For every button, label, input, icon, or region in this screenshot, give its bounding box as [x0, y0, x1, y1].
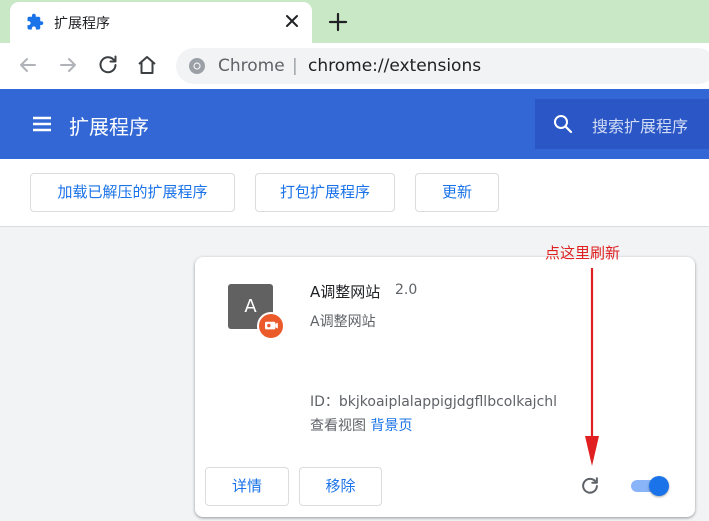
pack-extension-button[interactable]: 打包扩展程序 — [255, 173, 395, 212]
toggle-knob — [649, 476, 669, 496]
tab-title: 扩展程序 — [54, 16, 110, 32]
chrome-icon — [189, 58, 205, 74]
reload-icon[interactable] — [96, 53, 120, 77]
search-placeholder: 搜索扩展程序 — [592, 117, 689, 136]
tab-strip: 扩展程序 — [0, 0, 709, 43]
enable-toggle[interactable] — [629, 476, 671, 496]
back-icon[interactable] — [16, 53, 40, 77]
menu-icon[interactable] — [32, 114, 52, 134]
details-button[interactable]: 详情 — [205, 467, 289, 506]
remove-button[interactable]: 移除 — [299, 467, 382, 506]
search-input[interactable]: 搜索扩展程序 — [535, 99, 709, 149]
update-button[interactable]: 更新 — [415, 173, 499, 212]
new-tab-icon[interactable] — [326, 10, 350, 34]
inspect-views-label: 查看视图 — [310, 418, 366, 434]
close-icon[interactable] — [282, 11, 302, 31]
home-icon[interactable] — [135, 53, 159, 77]
puzzle-icon — [27, 13, 44, 30]
annotation-text: 点这里刷新 — [545, 244, 621, 262]
page-title: 扩展程序 — [69, 115, 149, 139]
developer-toolbar: 加载已解压的扩展程序 打包扩展程序 更新 — [0, 159, 709, 227]
omnibox-url: chrome://extensions — [308, 56, 482, 76]
extension-id: ID：bkjkoaiplalappigjdgfllbcolkajchl — [310, 391, 557, 411]
reload-extension-icon[interactable] — [579, 475, 601, 497]
load-unpacked-button[interactable]: 加载已解压的扩展程序 — [30, 173, 235, 212]
extension-id-value: bkjkoaiplalappigjdgfllbcolkajchl — [338, 394, 558, 410]
annotation-arrow — [585, 268, 599, 466]
background-page-link[interactable]: 背景页 — [370, 418, 412, 434]
extension-version: 2.0 — [395, 282, 418, 298]
extension-card: A A调整网站 2.0 A调整网站 ID：bkjkoaiplalappigjdg… — [195, 257, 695, 517]
search-icon — [554, 115, 573, 134]
tab-extensions[interactable]: 扩展程序 — [10, 2, 312, 43]
omnibox-separator: | — [292, 56, 298, 76]
forward-icon[interactable] — [56, 53, 80, 77]
warning-badge-icon — [257, 312, 285, 340]
browser-toolbar: Chrome | chrome://extensions — [0, 43, 709, 89]
address-bar[interactable]: Chrome | chrome://extensions — [176, 48, 709, 84]
extension-description: A调整网站 — [310, 314, 376, 330]
extensions-header: 扩展程序 搜索扩展程序 — [0, 89, 709, 159]
inspect-views: 查看视图 背景页 — [310, 415, 412, 435]
extension-name: A调整网站 — [310, 283, 381, 301]
omnibox-host: Chrome — [218, 56, 285, 76]
extension-id-label: ID： — [310, 394, 339, 410]
